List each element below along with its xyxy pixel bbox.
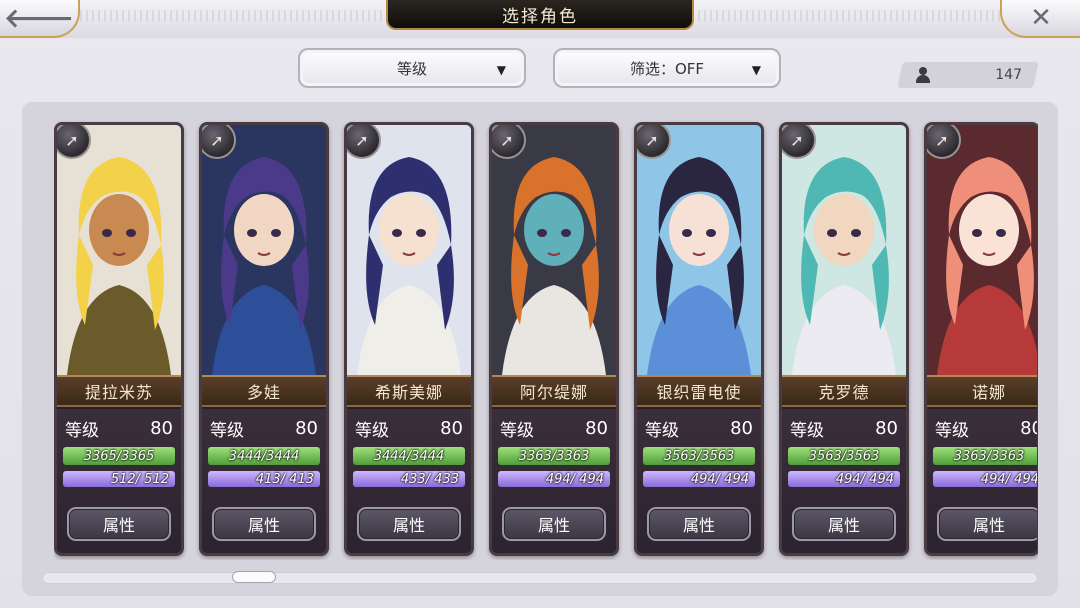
character-stats: 等级 80 3363/3363 494/ 494 属性 [492,409,616,553]
character-stats: 等级 80 3563/3563 494/ 494 属性 [782,409,906,553]
attributes-button[interactable]: 属性 [937,507,1037,541]
close-icon: ✕ [1030,3,1052,33]
level-value: 80 [1020,417,1037,439]
character-name: 阿尔缇娜 [492,375,616,407]
level-label: 等级 [790,420,824,441]
level-label: 等级 [500,420,534,441]
character-portrait-art [347,125,471,375]
level-value: 80 [585,417,608,439]
character-name: 多娃 [202,375,326,407]
level-label: 等级 [355,420,389,441]
level-row: 等级 80 [645,415,753,441]
filter-dropdown[interactable]: 筛选：OFF ▼ [553,48,781,88]
character-portrait[interactable] [782,125,906,375]
chevron-down-icon: ▼ [496,63,506,77]
character-portrait-art [927,125,1037,375]
level-label: 等级 [210,420,244,441]
level-value: 80 [295,417,318,439]
filter-dropdown-label: 筛选：OFF [629,59,705,78]
level-value: 80 [730,417,753,439]
character-card[interactable]: ➚ 克罗德 等级 80 3563/3563 494/ 494 属性 [779,122,909,556]
scrollbar-thumb[interactable] [232,571,276,583]
level-row: 等级 80 [355,415,463,441]
back-button[interactable]: 🡐 [0,0,80,38]
hp-bar: 3363/3363 [498,447,610,465]
character-portrait-art [57,125,181,375]
level-value: 80 [875,417,898,439]
character-card[interactable]: ➚ 提拉米苏 等级 80 3365/3365 512/ 512 属性 [54,122,184,556]
page-title: 选择角色 [386,0,694,30]
arrow-left-icon: 🡐 [4,3,74,34]
level-row: 等级 80 [210,415,318,441]
character-name: 诺娜 [927,375,1037,407]
character-card[interactable]: ➚ 诺娜 等级 80 3363/3363 494/ 494 属性 [924,122,1038,556]
person-icon [916,67,930,83]
character-portrait[interactable] [202,125,326,375]
character-stats: 等级 80 3363/3363 494/ 494 属性 [927,409,1037,553]
hp-bar: 3365/3365 [63,447,175,465]
level-row: 等级 80 [935,415,1037,441]
mp-bar: 494/ 494 [933,471,1037,487]
level-label: 等级 [65,420,99,441]
character-portrait-art [782,125,906,375]
mp-bar: 413/ 413 [208,471,320,487]
character-card[interactable]: ➚ 银织雷电使 等级 80 3563/3563 494/ 494 属性 [634,122,764,556]
character-stats: 等级 80 3444/3444 413/ 413 属性 [202,409,326,553]
hp-bar: 3563/3563 [788,447,900,465]
hp-bar: 3444/3444 [208,447,320,465]
chevron-down-icon: ▼ [751,63,761,77]
character-portrait[interactable] [57,125,181,375]
hp-bar: 3363/3363 [933,447,1037,465]
level-row: 等级 80 [500,415,608,441]
character-stats: 等级 80 3365/3365 512/ 512 属性 [57,409,181,553]
character-name: 银织雷电使 [637,375,761,407]
character-name: 提拉米苏 [57,375,181,407]
hp-bar: 3563/3563 [643,447,755,465]
character-card[interactable]: ➚ 多娃 等级 80 3444/3444 413/ 413 属性 [199,122,329,556]
close-button[interactable]: ✕ [1000,0,1080,38]
level-label: 等级 [645,420,679,441]
character-portrait[interactable] [927,125,1037,375]
attributes-button[interactable]: 属性 [67,507,171,541]
level-label: 等级 [935,420,969,441]
mp-bar: 512/ 512 [63,471,175,487]
character-name: 克罗德 [782,375,906,407]
character-portrait-art [492,125,616,375]
character-stats: 等级 80 3563/3563 494/ 494 属性 [637,409,761,553]
scrollbar-track[interactable] [42,572,1038,584]
attributes-button[interactable]: 属性 [792,507,896,541]
attributes-button[interactable]: 属性 [212,507,316,541]
attributes-button[interactable]: 属性 [647,507,751,541]
character-stats: 等级 80 3444/3444 433/ 433 属性 [347,409,471,553]
character-portrait[interactable] [347,125,471,375]
sort-dropdown[interactable]: 等级 ▼ [298,48,526,88]
character-card[interactable]: ➚ 阿尔缇娜 等级 80 3363/3363 494/ 494 属性 [489,122,619,556]
sort-dropdown-label: 等级 [396,59,427,78]
mp-bar: 494/ 494 [498,471,610,487]
character-card[interactable]: ➚ 希斯美娜 等级 80 3444/3444 433/ 433 属性 [344,122,474,556]
hp-bar: 3444/3444 [353,447,465,465]
mp-bar: 494/ 494 [788,471,900,487]
level-value: 80 [440,417,463,439]
level-row: 等级 80 [65,415,173,441]
character-portrait[interactable] [637,125,761,375]
character-portrait-art [202,125,326,375]
attributes-button[interactable]: 属性 [502,507,606,541]
level-row: 等级 80 [790,415,898,441]
mp-bar: 433/ 433 [353,471,465,487]
character-portrait-art [637,125,761,375]
attributes-button[interactable]: 属性 [357,507,461,541]
roster-count: 147 [897,62,1039,88]
character-name: 希斯美娜 [347,375,471,407]
character-portrait[interactable] [492,125,616,375]
level-value: 80 [150,417,173,439]
roster-count-value: 147 [995,67,1022,83]
mp-bar: 494/ 494 [643,471,755,487]
character-card-list: ➚ 提拉米苏 等级 80 3365/3365 512/ 512 属性 ➚ 多娃 … [54,118,1038,560]
